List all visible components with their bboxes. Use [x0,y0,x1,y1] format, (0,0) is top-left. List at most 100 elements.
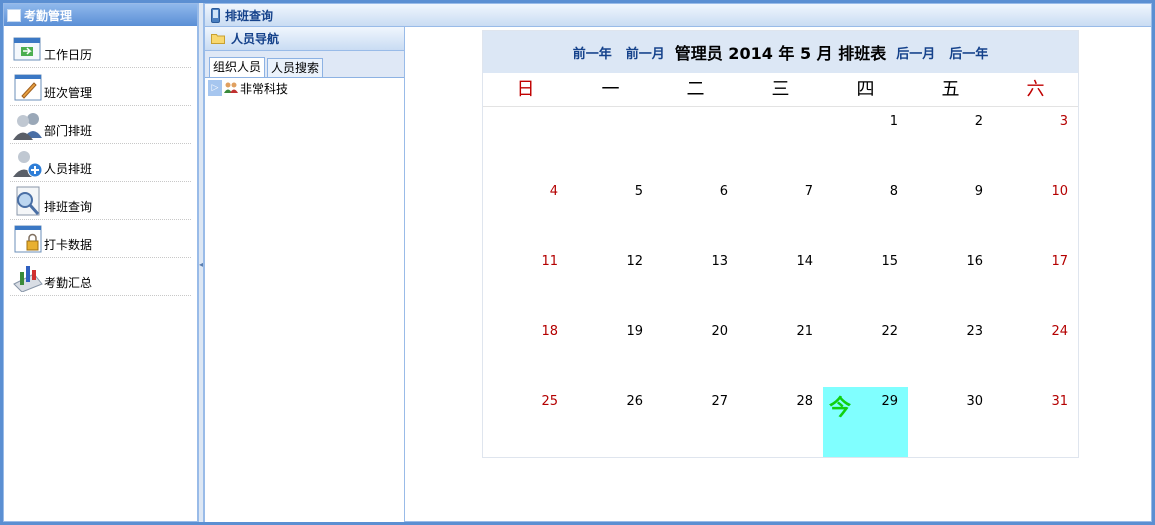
tree-node-root[interactable]: ▷ 非常科技 [205,78,404,98]
calendar-day-cell[interactable]: 16 [908,247,993,317]
calendar-day-number: 19 [626,324,643,339]
tab-staff-search[interactable]: 人员搜索 [267,58,324,77]
calendar-day-cell[interactable]: 9 [908,177,993,247]
calendar-day-cell[interactable]: 6 [653,177,738,247]
menu-item-label: 考勤汇总 [44,276,93,290]
staff-navigation-title: 人员导航 [231,32,280,46]
menu-item-department-schedule[interactable]: 部门排班 [10,106,191,144]
calendar-day-number: 4 [549,184,558,199]
menu-item-attendance-summary[interactable]: 考勤汇总 [10,258,191,296]
calendar-day-cell[interactable]: 19 [568,317,653,387]
menu-item-punch-data[interactable]: 打卡数据 [10,220,191,258]
menu-item-shift-management[interactable]: 班次管理 [10,68,191,106]
calendar-day-cell[interactable]: 2 [908,107,993,177]
weekday-mon: 一 [601,79,620,100]
calendar-day-cell[interactable]: 17 [993,247,1078,317]
calendar-day-cell[interactable]: 12 [568,247,653,317]
attendance-panel-title: 考勤管理 [24,8,73,23]
calendar-day-cell[interactable]: 21 [738,317,823,387]
prev-year-link[interactable]: 前一年 [573,43,612,62]
menu-item-label: 工作日历 [44,48,93,62]
calendar-day-cell[interactable]: 15 [823,247,908,317]
weekday-wed: 三 [771,79,790,100]
schedule-query-panel: 排班查询 人员导航 组织人员 人员搜索 ▷ 非常科技 前一年 前一月 管理员 2… [204,3,1152,522]
calendar-day-cell[interactable]: 7 [738,177,823,247]
phone-icon [211,7,220,23]
menu-item-schedule-query[interactable]: 排班查询 [10,182,191,220]
prev-month-link[interactable]: 前一月 [626,43,665,62]
calendar-day-cell[interactable]: 22 [823,317,908,387]
calendar-day-number: 20 [711,324,728,339]
calendar-empty-cell [483,107,568,177]
attendance-panel-header: 考勤管理 [4,4,197,26]
tree-node-label[interactable]: 非常科技 [240,80,288,97]
pencil-doc-icon [14,74,42,101]
menu-item-work-calendar[interactable]: 工作日历 [10,30,191,68]
calendar-day-cell[interactable]: 23 [908,317,993,387]
calendar-day-cell[interactable]: 4 [483,177,568,247]
calendar-day-cell[interactable]: 10 [993,177,1078,247]
calendar-day-cell[interactable]: 14 [738,247,823,317]
next-year-link[interactable]: 后一年 [949,43,988,62]
calendar-day-cell[interactable]: 18 [483,317,568,387]
calendar-day-cell[interactable]: 3 [993,107,1078,177]
weekday-sun: 日 [516,79,535,100]
menu-item-label: 排班查询 [44,200,93,214]
calendar-empty-cell [568,107,653,177]
folder-icon [211,34,225,44]
user-add-icon [13,151,43,178]
calendar-day-number: 10 [1051,184,1068,199]
calendar-day-number: 17 [1051,254,1068,269]
calendar-day-cell[interactable]: 20 [653,317,738,387]
calendar-day-cell[interactable]: 31 [993,387,1078,457]
calendar-empty-cell [738,107,823,177]
calendar-day-number: 16 [966,254,983,269]
schedule-query-header: 排班查询 [205,4,1151,27]
calendar-day-cell[interactable]: 24 [993,317,1078,387]
calendar-day-cell[interactable]: 今 29 [823,387,908,457]
calendar-day-cell[interactable]: 8 [823,177,908,247]
calendar-day-cell[interactable]: 5 [568,177,653,247]
weekday-thu: 四 [856,79,875,100]
calendar-day-number: 29 [881,394,898,409]
calendar-day-number: 6 [719,184,728,199]
calendar-day-cell[interactable]: 26 [568,387,653,457]
chart-icon [13,266,43,292]
schedule-calendar: 前一年 前一月 管理员 2014 年 5 月 排班表 后一月 后一年 日 一 二… [482,30,1079,458]
calendar-day-cell[interactable]: 13 [653,247,738,317]
calendar-day-number: 5 [634,184,643,199]
calendar-day-number: 25 [541,394,558,409]
calendar-day-number: 24 [1051,324,1068,339]
calendar-header: 前一年 前一月 管理员 2014 年 5 月 排班表 后一月 后一年 [483,31,1078,73]
weekday-header-row: 日 一 二 三 四 五 六 [483,73,1078,107]
menu-item-staff-schedule[interactable]: 人员排班 [10,144,191,182]
calendar-day-cell[interactable]: 25 [483,387,568,457]
expand-arrow-icon[interactable]: ▷ [208,80,222,96]
calendar-day-number: 22 [881,324,898,339]
today-marker: 今 [829,396,852,421]
calendar-empty-cell [653,107,738,177]
calendar-icon [13,37,41,61]
calendar-title: 管理员 2014 年 5 月 排班表 [674,44,887,63]
calendar-day-number: 9 [974,184,983,199]
calendar-day-cell[interactable]: 1 [823,107,908,177]
attendance-panel: 考勤管理 工作日历 班次管理 部门排班 人员排班 排班查询 打卡数据 考勤汇总 [3,3,198,522]
weekday-tue: 二 [686,79,705,100]
staff-navigation-panel: 人员导航 组织人员 人员搜索 ▷ 非常科技 [205,27,405,522]
staff-navigation-header: 人员导航 [205,27,404,51]
calendar-day-number: 27 [711,394,728,409]
calendar-day-number: 18 [541,324,558,339]
calendar-day-cell[interactable]: 11 [483,247,568,317]
staff-tab-bar: 组织人员 人员搜索 [205,51,404,78]
menu-item-label: 部门排班 [44,124,93,138]
next-month-link[interactable]: 后一月 [896,43,935,62]
tab-org-staff[interactable]: 组织人员 [209,57,266,77]
menu-item-label: 打卡数据 [44,238,93,252]
menu-item-label: 班次管理 [44,86,93,100]
calendar-day-cell[interactable]: 27 [653,387,738,457]
calendar-day-number: 31 [1051,394,1068,409]
calendar-day-number: 14 [796,254,813,269]
calendar-day-cell[interactable]: 28 [738,387,823,457]
calendar-day-cell[interactable]: 30 [908,387,993,457]
collapse-arrow-icon[interactable]: ◂ [199,258,203,272]
